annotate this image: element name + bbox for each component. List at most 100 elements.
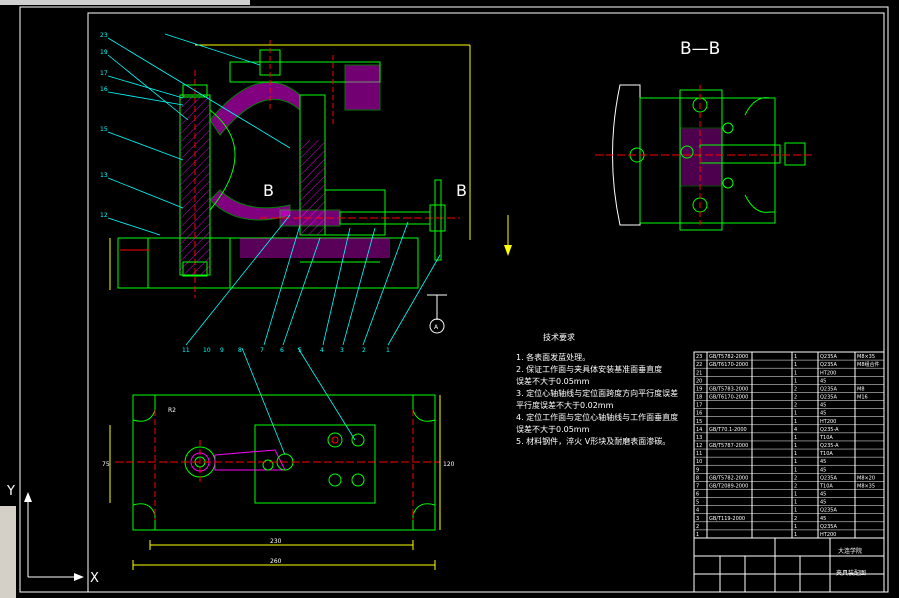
bom-cell: 2 [794,516,797,522]
drawing-canvas[interactable]: B B A 23 19 17 16 15 13 12 11 10 9 8 7 6… [0,0,899,598]
side-tool-panel[interactable] [0,506,16,598]
tech-req-item: 5. 材料钢件，淬火 V形块及耐磨表面渗碳。 [516,436,670,446]
bom-cell: 17 [696,403,702,409]
bom-cell: 21 [696,370,702,376]
drawing-frame [19,6,889,593]
bom-cell: 1 [794,451,797,457]
dim-outer-width: 260 [270,558,282,565]
bom-cell: 1 [794,459,797,465]
tech-req-item: 误差不大于0.05mm [516,424,590,434]
bom-cell: 45 [820,411,826,417]
bom-cell: 1 [794,362,797,368]
tech-req-item: 误差不大于0.05mm [516,376,590,386]
bom-cell: 9 [696,467,699,473]
part-number: 3 [340,347,344,354]
bom-cell: GB/T2089-2000 [709,483,748,489]
bom-cell: Q235-A [820,427,839,433]
bom-cell: 45 [820,492,826,498]
bom-cell: 45 [820,500,826,506]
bom-cell: M8×20 [857,475,875,481]
bom-cell: Q235A [820,354,837,360]
bom-cell: HT200 [820,370,836,376]
ucs-y-label: Y [6,484,15,499]
part-numbers-bottom: 11 10 9 8 7 6 5 4 3 2 1 [182,347,390,354]
bom-cell: 3 [696,516,699,522]
bom-cell: 18 [696,395,702,401]
bom-cell: Q235-A [820,443,839,449]
dim-inner-width: 230 [270,538,282,545]
bom-cell: 13 [696,435,702,441]
bom-cell: 45 [820,378,826,384]
bom-cell: 1 [794,443,797,449]
bom-cell: GB/T5783-2000 [709,386,748,392]
bom-cell: T10A [819,483,833,489]
title-school: 大连学院 [838,547,862,555]
tech-req-item: 1. 各表面发蓝处理。 [516,352,590,362]
tech-req-item: 平行度误差不大于0.02mm [516,400,614,410]
bom-cell: 11 [696,451,702,457]
ucs-x-label: X [90,571,99,586]
bom-cell: 8 [696,475,699,481]
bom-cell: GB/T6170-2000 [709,362,748,368]
bom-cell: Q235A [820,508,837,514]
bom-cell: 1 [794,378,797,384]
datum-label: A [434,324,439,331]
bom-cell: 7 [696,483,699,489]
part-number: 10 [203,347,211,354]
part-number: 2 [362,347,366,354]
bom-cell: Q235A [820,386,837,392]
bom-cell: 45 [820,516,826,522]
bom-cell: 20 [696,378,702,384]
part-number: 8 [238,347,242,354]
bom-cell: HT200 [820,419,836,425]
bom-cell: 14 [696,427,702,433]
bom-cell: 1 [794,370,797,376]
part-number: 19 [100,49,108,56]
bom-cell: 1 [794,500,797,506]
part-number: 23 [100,32,108,39]
bom-cell: T10A [819,435,833,441]
dim-height-right: 120 [443,461,455,468]
bom-cell: 12 [696,443,702,449]
bill-of-materials: 23 GB/T5782-2000 1 Q235A M8×3522 GB/T6170-200… [693,351,885,539]
bom-cell: 15 [696,419,702,425]
part-number: 4 [320,347,324,354]
section-view [595,84,815,231]
bom-cell: 2 [794,395,797,401]
bom-cell: 1 [794,508,797,514]
part-number: 1 [386,347,390,354]
dim-height-left: 75 [102,461,110,468]
bom-cell: GB/T5782-2000 [709,354,748,360]
bom-cell: Q235A [820,524,837,530]
bom-cell: 45 [820,459,826,465]
bom-cell: 1 [794,532,797,538]
bom-cell: 1 [794,524,797,530]
bom-cell: 16 [696,411,702,417]
tech-req-item: 3. 定位心轴轴线与定位面跨度方向平行度误差 [516,388,678,398]
bom-cell: 4 [696,508,699,514]
part-number: 11 [182,347,190,354]
part-number: 15 [100,126,108,133]
bom-cell: 10 [696,459,702,465]
bom-cell: 45 [820,467,826,473]
part-number: 13 [100,172,108,179]
section-title: B—B [680,39,720,59]
bom-cell: GB/T6170-2000 [709,395,748,401]
part-number: 12 [100,212,108,219]
bom-cell: 4 [794,427,797,433]
bom-cell: M8×35 [857,354,875,360]
title-block [693,537,885,593]
part-number: 6 [280,347,284,354]
bom-cell: GB/T5787-2000 [709,443,748,449]
part-number: 16 [100,86,108,93]
tech-req-item: 2. 保证工作面与夹具体安装基准面垂直度 [516,364,662,374]
tech-req-title: 技术要求 [543,332,575,342]
front-view [109,40,512,334]
dim-radius: R2 [168,407,176,414]
title-drawing-name: 夹具装配图 [836,569,866,577]
bom-cell: 23 [696,354,702,360]
bom-cell: 22 [696,362,702,368]
section-label-right: B [456,181,467,200]
part-number: 5 [298,347,302,354]
bom-cell: 45 [820,403,826,409]
